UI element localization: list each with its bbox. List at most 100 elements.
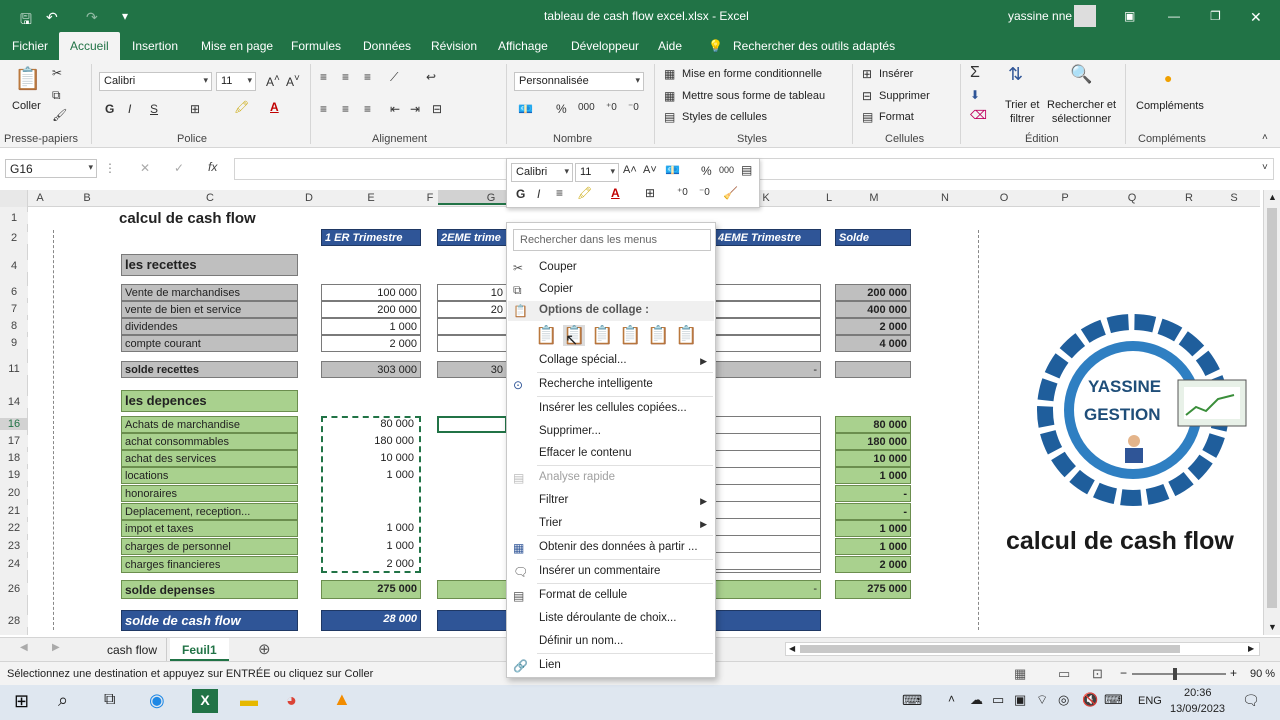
insert-button[interactable]: Insérer — [879, 68, 913, 80]
mini-bold-button[interactable]: G — [516, 187, 525, 201]
menu-item-filtrer[interactable]: Filtrer — [539, 494, 568, 506]
fill-color-icon[interactable]: 🖍 — [234, 100, 249, 114]
tray-battery-icon[interactable]: ▭ — [992, 692, 1004, 708]
close-icon[interactable]: ✕ — [1250, 9, 1262, 26]
tray-display-icon[interactable]: ▣ — [1014, 692, 1026, 708]
menu-item-collage-special[interactable]: Collage spécial... — [539, 354, 627, 366]
tab-affichage[interactable]: Affichage — [498, 39, 548, 53]
customize-qat-icon[interactable]: ▾ — [122, 9, 128, 23]
depense-q1[interactable]: 1 000 — [323, 520, 417, 537]
solde-recettes-q1[interactable]: 303 000 — [321, 361, 421, 378]
col-header[interactable]: C — [122, 192, 298, 204]
depense-q1[interactable]: 10 000 — [323, 450, 417, 467]
cash-flow-q4[interactable] — [714, 610, 821, 631]
paste-transpose-icon[interactable]: 📋 — [619, 325, 641, 346]
solde-depenses-label[interactable]: solde depenses — [121, 580, 298, 599]
col-header[interactable]: N — [912, 192, 978, 204]
cancel-icon[interactable]: ✕ — [140, 161, 150, 175]
row-header[interactable]: 1 — [0, 212, 28, 224]
file-explorer-icon[interactable]: ▬ — [240, 690, 258, 711]
format-painter-icon[interactable]: 🖌 — [52, 108, 67, 122]
col-header[interactable]: D — [298, 192, 320, 204]
tab-mise-en-page[interactable]: Mise en page — [201, 39, 273, 53]
font-size-combo[interactable]: 11 — [216, 72, 256, 91]
font-name-combo[interactable]: Calibri — [99, 72, 212, 91]
row-header[interactable]: 6 — [0, 286, 28, 298]
underline-button[interactable]: S — [150, 102, 158, 116]
recette-q1[interactable]: 200 000 — [321, 301, 421, 318]
scroll-down-icon[interactable]: ▼ — [1268, 622, 1277, 632]
recette-solde[interactable]: 4 000 — [835, 335, 911, 352]
format-table-icon[interactable]: ▦ — [664, 89, 675, 103]
recette-q4[interactable] — [714, 318, 821, 335]
tray-wifi-icon[interactable]: ⌔ — [1036, 692, 1048, 708]
prev-sheet-icon[interactable]: ◀ — [20, 642, 28, 653]
tab-insertion[interactable]: Insertion — [132, 39, 178, 53]
cell-styles-icon[interactable]: ▤ — [664, 110, 675, 124]
tray-keyboard-icon[interactable]: ⌨ — [902, 692, 922, 709]
align-middle-icon[interactable]: ≡ — [342, 70, 349, 84]
recette-q2[interactable]: 10 — [437, 284, 507, 301]
scroll-up-icon[interactable]: ▲ — [1268, 192, 1277, 202]
fill-icon[interactable]: ⬇ — [970, 88, 980, 102]
menu-item-format-cellule[interactable]: Format de cellule — [539, 589, 627, 601]
find-select-button[interactable]: Rechercher et sélectionner — [1047, 98, 1116, 126]
depense-label[interactable]: charges de personnel — [121, 538, 298, 555]
vlc-icon[interactable]: ▲ — [333, 689, 351, 710]
row-header[interactable]: 17 — [0, 435, 28, 447]
depense-q1[interactable]: 180 000 — [323, 433, 417, 450]
menu-item-supprimer[interactable]: Supprimer... — [539, 425, 601, 437]
tab-fichier[interactable]: Fichier — [12, 39, 48, 53]
solde-recettes-q2[interactable]: 30 — [437, 361, 507, 378]
header-q4[interactable]: 4EME Trimestre — [714, 229, 821, 246]
select-all-corner[interactable] — [0, 190, 28, 207]
decrease-indent-icon[interactable]: ⇤ — [390, 102, 400, 116]
normal-view-icon[interactable]: ▦ — [1014, 666, 1026, 682]
mini-borders-icon[interactable]: ⊞ — [645, 186, 655, 200]
row-header[interactable]: 18 — [0, 452, 28, 464]
tray-globe-icon[interactable]: ◎ — [1058, 692, 1069, 708]
save-icon[interactable]: 🖫 — [20, 9, 32, 33]
delete-button[interactable]: Supprimer — [879, 90, 930, 102]
align-bottom-icon[interactable]: ≡ — [364, 70, 371, 84]
mini-decrease-decimal-icon[interactable]: ⁻0 — [699, 187, 710, 198]
row-header[interactable]: 20 — [0, 487, 28, 499]
recette-q1[interactable]: 2 000 — [321, 335, 421, 352]
depense-solde[interactable]: 2 000 — [835, 556, 911, 573]
cash-flow-q2[interactable] — [437, 610, 507, 631]
recette-q1[interactable]: 100 000 — [321, 284, 421, 301]
decrease-decimal-icon[interactable]: ⁻0 — [628, 102, 639, 113]
row-header[interactable]: 24 — [0, 558, 28, 570]
insert-cells-icon[interactable]: ⊞ — [862, 67, 872, 81]
paste-link-icon[interactable]: 📋 — [675, 325, 697, 346]
col-header[interactable]: Q — [1100, 192, 1164, 204]
depense-label[interactable]: honoraires — [121, 485, 298, 502]
scroll-left-icon[interactable]: ◀ — [789, 644, 795, 653]
mini-italic-button[interactable]: I — [537, 187, 540, 201]
recette-q2[interactable] — [437, 318, 507, 335]
orientation-icon[interactable]: ⟋ — [390, 70, 398, 85]
row-header[interactable]: 23 — [0, 540, 28, 552]
undo-icon[interactable]: ↶ — [46, 9, 58, 26]
restore-icon[interactable]: ❐ — [1210, 9, 1221, 23]
solde-depenses-solde[interactable]: 275 000 — [835, 580, 911, 599]
increase-decimal-icon[interactable]: ⁺0 — [606, 102, 617, 113]
cut-icon[interactable]: ✂ — [52, 66, 62, 80]
taskbar-search-icon[interactable]: ⌕ — [58, 690, 68, 711]
borders-icon[interactable]: ⊞ — [190, 102, 200, 116]
number-format-combo[interactable]: Personnalisée — [514, 72, 644, 91]
col-header[interactable]: B — [52, 192, 122, 204]
depense-label[interactable]: Deplacement, reception... — [121, 503, 298, 520]
header-q1[interactable]: 1 ER Trimestre — [321, 229, 421, 246]
depense-q1[interactable]: 80 000 — [323, 416, 417, 433]
row-header[interactable]: 26 — [0, 583, 28, 595]
depense-label[interactable]: charges financieres — [121, 556, 298, 573]
mini-accounting-icon[interactable]: 💶 — [665, 163, 680, 177]
shrink-font-icon[interactable]: A˅ — [286, 73, 300, 89]
font-color-icon[interactable]: A — [270, 100, 279, 114]
clock-time[interactable]: 20:36 — [1184, 687, 1212, 699]
col-header[interactable]: F — [422, 192, 438, 204]
format-button[interactable]: Format — [879, 111, 914, 123]
section-recettes[interactable]: les recettes — [121, 254, 298, 276]
menu-item-liste-deroulante[interactable]: Liste déroulante de choix... — [539, 612, 676, 624]
